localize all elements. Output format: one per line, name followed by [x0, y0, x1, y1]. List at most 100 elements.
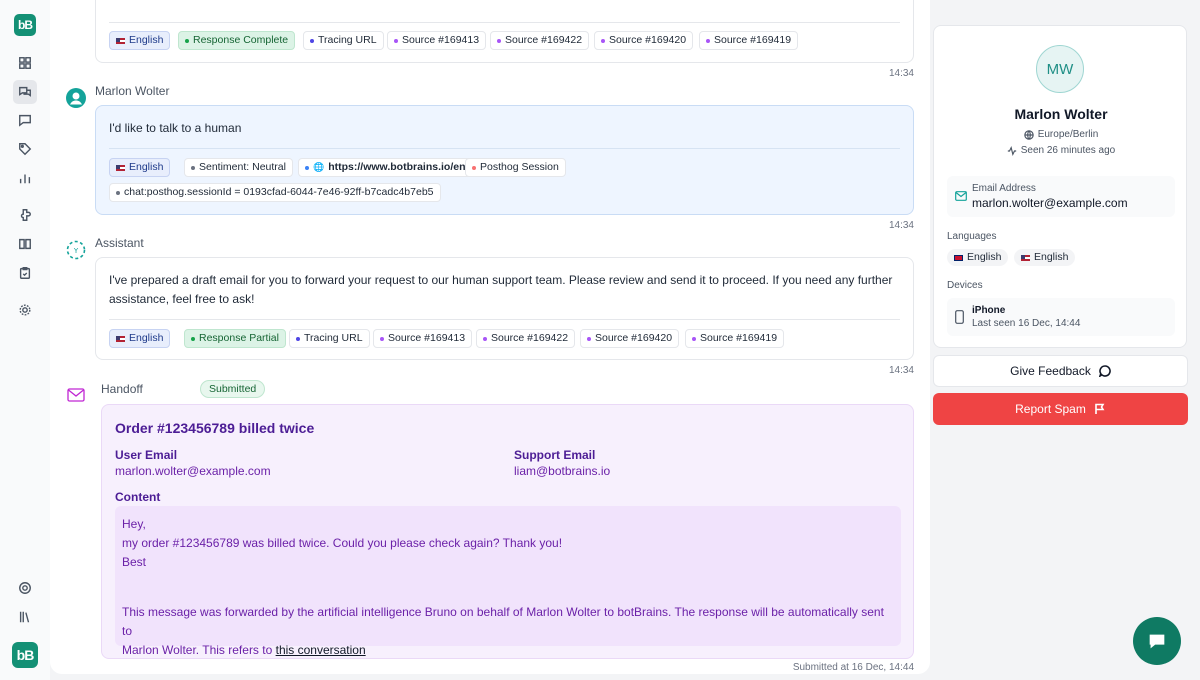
nav-knowledge-icon[interactable] [13, 232, 37, 256]
dot-icon [692, 336, 696, 341]
divider [109, 319, 900, 320]
source-chip[interactable]: Source #169420 [594, 31, 694, 50]
email-value: marlon.wolter@example.com [972, 196, 1128, 210]
profile-name: Marlon Wolter [1014, 106, 1108, 122]
email-label: Email Address [972, 183, 1036, 194]
source-chip[interactable]: Source #169413 [373, 329, 473, 348]
conversation-link[interactable]: this conversation [276, 643, 366, 657]
handoff-status-badge: Submitted [200, 380, 266, 398]
status-chip[interactable]: Response Partial [184, 329, 286, 348]
profile-avatar: MW [1036, 45, 1084, 93]
page-url-chip[interactable]: 🌐 https://www.botbrains.io/en [298, 158, 473, 177]
nav-dashboard-icon[interactable] [13, 51, 37, 75]
us-flag-icon [116, 37, 125, 44]
app-logo[interactable]: bB [14, 14, 36, 36]
message-text: I'd like to talk to a human [109, 121, 242, 135]
chat-widget-button[interactable] [1133, 617, 1181, 665]
user-email-label: User Email [115, 448, 178, 462]
tracing-url-chip[interactable]: Tracing URL [303, 31, 384, 50]
us-flag-icon [116, 335, 125, 342]
session-id-chip[interactable]: chat:posthog.sessionId = 0193cfad-6044-7… [109, 183, 441, 202]
sentiment-chip[interactable]: Sentiment: Neutral [184, 158, 293, 177]
dot-icon [191, 165, 195, 170]
source-chip[interactable]: Source #169419 [699, 31, 799, 50]
dot-icon [483, 336, 487, 341]
handoff-title: Order #123456789 billed twice [115, 420, 315, 436]
divider [109, 148, 900, 149]
dot-icon [185, 38, 189, 43]
mail-icon [67, 388, 85, 402]
globe-icon: 🌐 [313, 162, 325, 172]
language-chip: English [947, 249, 1009, 266]
nav-conversations-icon[interactable] [13, 80, 37, 104]
nav-tasks-icon[interactable] [13, 261, 37, 285]
chat-bubble-icon [1149, 634, 1165, 649]
handoff-submitted-time: Submitted at 16 Dec, 14:44 [792, 662, 914, 673]
device-card: iPhone Last seen 16 Dec, 14:44 [947, 298, 1175, 336]
activity-icon [1007, 145, 1016, 156]
contact-profile-panel: MW Marlon Wolter Europe/Berlin Seen 26 m… [933, 25, 1187, 348]
globe-icon [1023, 129, 1034, 140]
dot-icon [394, 38, 398, 43]
devices-label: Devices [947, 280, 983, 291]
flag-icon [1095, 403, 1105, 414]
user-avatar-icon [66, 88, 86, 108]
language-chip: English [1014, 249, 1076, 266]
mail-icon [955, 191, 967, 201]
phone-icon [955, 310, 964, 324]
nav-settings-icon[interactable] [13, 298, 37, 322]
language-chip[interactable]: English [109, 329, 171, 348]
dot-icon [296, 336, 300, 341]
dot-icon [380, 336, 384, 341]
tracing-url-chip[interactable]: Tracing URL [289, 329, 370, 348]
user-email-value[interactable]: marlon.wolter@example.com [115, 464, 271, 478]
source-chip[interactable]: Source #169422 [476, 329, 576, 348]
device-name: iPhone [972, 305, 1006, 316]
support-email-value[interactable]: liam@botbrains.io [514, 464, 610, 478]
uk-flag-icon [954, 254, 963, 261]
source-chip[interactable]: Source #169420 [580, 329, 680, 348]
assistant-message-previous: English Response Complete Tracing URL So… [95, 0, 914, 63]
source-chip[interactable]: Source #169413 [387, 31, 487, 50]
sidebar: bB bB [0, 0, 50, 680]
dot-icon [587, 336, 591, 341]
dot-icon [706, 38, 710, 43]
dot-icon [116, 190, 120, 195]
report-spam-button[interactable]: Report Spam [933, 393, 1188, 425]
app-logo-bottom[interactable]: bB [12, 642, 38, 668]
message-time: 14:34 [888, 220, 914, 231]
status-chip[interactable]: Response Complete [178, 31, 296, 50]
languages-label: Languages [947, 231, 997, 242]
profile-seen: Seen 26 minutes ago [934, 145, 1188, 156]
language-chip[interactable]: English [109, 31, 171, 50]
nav-help-icon[interactable] [13, 576, 37, 600]
handoff-label: Handoff [101, 382, 143, 396]
dot-icon [310, 38, 314, 43]
handoff-content: Hey, my order #123456789 was billed twic… [115, 506, 901, 657]
support-email-label: Support Email [514, 448, 596, 462]
source-chip[interactable]: Source #169419 [685, 329, 785, 348]
us-flag-icon [1021, 254, 1030, 261]
give-feedback-button[interactable]: Give Feedback [933, 355, 1188, 387]
message-author: Marlon Wolter [95, 84, 170, 98]
us-flag-icon [116, 164, 125, 171]
assistant-message: I've prepared a draft email for you to f… [95, 257, 914, 360]
language-chip[interactable]: English [109, 158, 171, 177]
nav-analytics-icon[interactable] [13, 166, 37, 190]
source-chip[interactable]: Source #169422 [490, 31, 590, 50]
nav-tags-icon[interactable] [13, 137, 37, 161]
message-author: Assistant [95, 236, 144, 250]
nav-integrations-icon[interactable] [13, 203, 37, 227]
nav-library-icon[interactable] [13, 605, 37, 629]
dot-icon [601, 38, 605, 43]
dot-icon [472, 165, 476, 170]
posthog-session-chip[interactable]: Posthog Session [465, 158, 566, 177]
device-last-seen: Last seen 16 Dec, 14:44 [972, 318, 1081, 329]
assistant-avatar-icon: Y [66, 240, 86, 260]
message-circle-icon [1098, 365, 1111, 377]
content-label: Content [115, 490, 161, 504]
email-card[interactable]: Email Address marlon.wolter@example.com [947, 176, 1175, 217]
svg-text:Y: Y [73, 247, 79, 255]
nav-chat-icon[interactable] [13, 108, 37, 132]
dot-icon [497, 38, 501, 43]
